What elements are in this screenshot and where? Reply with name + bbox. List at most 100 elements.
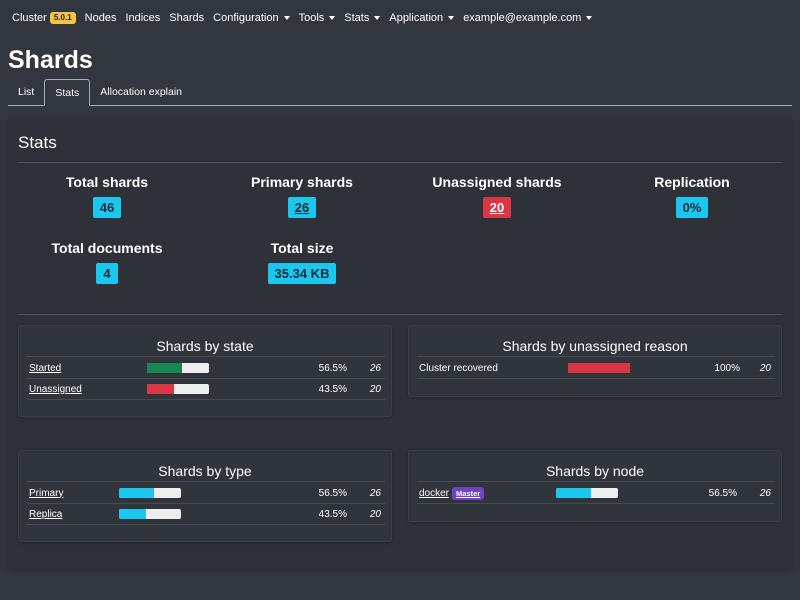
nav-application-label: Application [389,12,444,24]
nav-tools-dropdown[interactable]: Tools [299,12,336,24]
card-shards-by-state: Shards by state Started 56.5% 26 Unassig… [18,325,392,417]
stat-label: Total shards [65,174,149,190]
shards-tabs: List Stats Allocation explain [8,79,792,106]
nav-nodes-label: Nodes [84,12,117,24]
row-percent: 56.5% [708,487,737,499]
row-percent: 56.5% [318,362,347,374]
nav-shards-label: Shards [169,12,205,24]
progress-bar [568,363,630,373]
caret-down-icon [374,16,381,20]
node-name: docker [419,487,450,499]
unassigned-shards-link[interactable]: 20 [482,197,512,218]
card-shards-by-node: Shards by node docker Master 56.5% 26 [408,450,782,522]
table-row: Started 56.5% 26 [29,358,385,378]
tab-allocation-explain[interactable]: Allocation explain [90,79,192,105]
divider [18,162,782,163]
row-percent: 56.5% [318,487,347,499]
row-divider [417,503,775,504]
tab-stats[interactable]: Stats [44,79,91,106]
stat-value-badge: 0% [675,197,709,218]
nav-cluster-label: Cluster [12,12,47,24]
progress-fill [119,509,146,519]
row-divider [27,356,385,357]
stats-title: Stats [18,133,57,152]
stat-primary-shards: Primary shards 26 [212,174,392,218]
nav-stats-label: Stats [344,12,370,24]
card-shards-by-type: Shards by type Primary 56.5% 26 Replica … [18,450,392,542]
stat-label: Total documents [51,240,163,256]
stat-replication: Replication 0% [602,174,782,218]
nav-user-label: example@example.com [463,12,582,24]
progress-bar [119,509,181,519]
row-count: 26 [369,487,381,499]
nav-nodes[interactable]: Nodes [85,12,117,24]
table-row: Replica 43.5% 20 [29,504,385,524]
progress-fill [568,363,630,373]
page-title: Shards [8,46,93,74]
stat-label: Primary shards [251,174,353,190]
row-percent: 100% [714,362,740,374]
nav-indices-label: Indices [125,12,161,24]
progress-fill [556,488,592,498]
nav-stats-dropdown[interactable]: Stats [344,12,381,24]
nav-indices[interactable]: Indices [125,12,160,24]
row-count: 20 [369,508,381,520]
progress-bar [556,488,618,498]
caret-down-icon [283,16,290,20]
stat-value-badge: 46 [92,197,122,218]
card-title: Shards by node [545,463,645,479]
row-divider [417,356,775,357]
card-shards-by-reason: Shards by unassigned reason Cluster reco… [408,325,782,397]
nav-configuration-label: Configuration [213,12,279,24]
stat-value-badge: 4 [96,263,118,284]
state-started-link[interactable]: Started [29,363,61,374]
row-divider [417,481,775,482]
card-title: Shards by state [156,338,254,354]
row-percent: 43.5% [318,508,347,520]
version-badge: 5.0.1 [49,12,76,24]
stat-unassigned-shards: Unassigned shards 20 [407,174,587,218]
row-divider [417,378,775,379]
table-row: docker Master 56.5% 26 [419,483,775,503]
progress-bar [147,363,209,373]
type-primary-link[interactable]: Primary [29,488,63,499]
row-divider [27,399,385,400]
state-unassigned-link[interactable]: Unassigned [29,384,82,395]
progress-fill [147,384,174,394]
type-replica-link[interactable]: Replica [29,509,62,520]
stat-total-shards: Total shards 46 [17,174,197,218]
primary-shards-link[interactable]: 26 [287,197,317,218]
row-divider [27,524,385,525]
row-percent: 43.5% [318,383,347,395]
stat-label: Replication [654,174,730,190]
stats-panel: Stats Total shards 46 Primary shards 26 … [8,119,792,569]
caret-down-icon [448,16,455,20]
stat-total-documents: Total documents 4 [17,240,197,284]
divider [18,314,782,315]
stat-label: Unassigned shards [432,174,562,190]
nav-shards[interactable]: Shards [169,12,204,24]
row-count: 20 [369,383,381,395]
card-title: Shards by type [158,463,252,479]
node-docker-link[interactable]: docker Master [419,486,485,500]
card-title: Shards by unassigned reason [502,338,688,354]
progress-bar [119,488,181,498]
table-row: Unassigned 43.5% 20 [29,379,385,399]
reason-label: Cluster recovered [419,362,498,374]
nav-tools-label: Tools [298,12,325,24]
progress-bar [147,384,209,394]
nav-user-dropdown[interactable]: example@example.com [463,12,593,24]
nav-cluster[interactable]: Cluster 5.0.1 [12,12,76,24]
caret-down-icon [329,16,336,20]
nav-configuration-dropdown[interactable]: Configuration [213,12,290,24]
master-badge: Master [452,486,485,500]
stat-total-size: Total size 35.34 KB [212,240,392,284]
table-row: Primary 56.5% 26 [29,483,385,503]
row-count: 26 [369,362,381,374]
row-count: 26 [759,487,771,499]
row-count: 20 [759,362,771,374]
row-divider [27,481,385,482]
top-navbar: Cluster 5.0.1 Nodes Indices Shards Confi… [0,0,800,36]
nav-application-dropdown[interactable]: Application [389,12,455,24]
tab-list[interactable]: List [8,79,44,105]
